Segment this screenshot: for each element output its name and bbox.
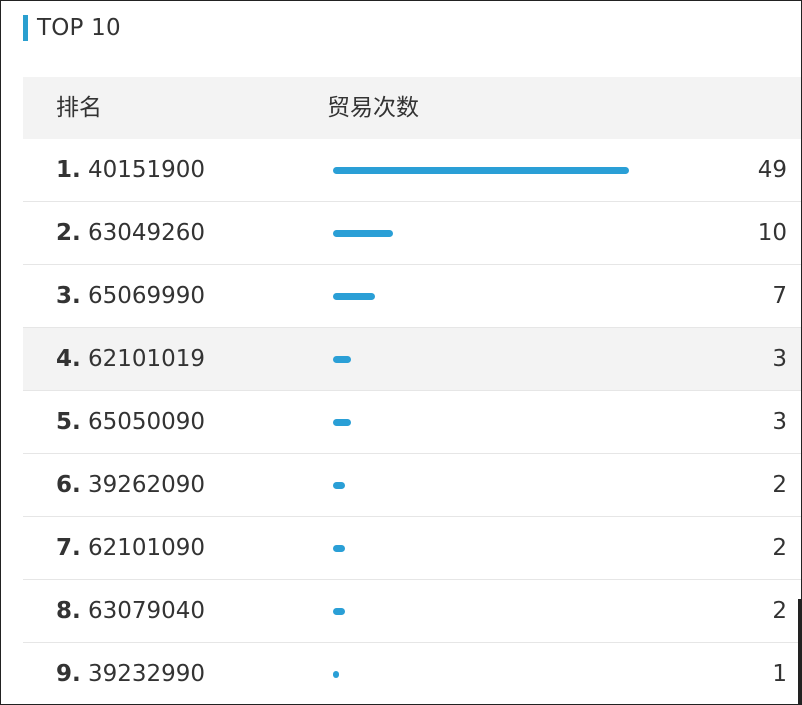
rank-number: 7. (56, 535, 81, 561)
trade-count-value: 2 (772, 535, 787, 561)
trade-count-bar (333, 608, 345, 615)
table-row[interactable]: 3. 65069990 7 (23, 265, 801, 328)
trade-count-value: 1 (772, 661, 787, 687)
hs-code: 63079040 (88, 598, 206, 624)
trade-count-bar (333, 482, 345, 489)
table-header: 排名 贸易次数 (23, 77, 801, 139)
ranking-table: 排名 贸易次数 1. 40151900 49 2. 63049260 10 3. 650699… (23, 77, 801, 704)
title-accent-bar (23, 15, 28, 41)
hs-code: 39262090 (88, 472, 206, 498)
table-row[interactable]: 4. 62101019 3 (23, 328, 801, 391)
rank-number: 6. (56, 472, 81, 498)
trade-count-value: 2 (772, 598, 787, 624)
scrollbar[interactable] (798, 599, 801, 704)
table-row[interactable]: 6. 39262090 2 (23, 454, 801, 517)
header-trade-count: 贸易次数 (327, 95, 419, 121)
trade-count-bar (333, 671, 339, 678)
trade-count-bar (333, 545, 345, 552)
rank-number: 5. (56, 409, 81, 435)
rank-number: 1. (56, 157, 81, 183)
hs-code: 62101090 (88, 535, 206, 561)
trade-count-value: 7 (772, 283, 787, 309)
rank-number: 2. (56, 220, 81, 246)
hs-code: 65069990 (88, 283, 206, 309)
trade-count-bar (333, 293, 375, 300)
rank-number: 4. (56, 346, 81, 372)
trade-count-bar (333, 230, 393, 237)
trade-count-value: 49 (757, 157, 787, 183)
panel-title: TOP 10 (23, 14, 121, 42)
trade-count-bar (333, 167, 629, 174)
table-body: 1. 40151900 49 2. 63049260 10 3. 65069990 7 4. 621… (23, 139, 801, 704)
trade-count-value: 3 (772, 409, 787, 435)
hs-code: 62101019 (88, 346, 206, 372)
table-row[interactable]: 2. 63049260 10 (23, 202, 801, 265)
table-row[interactable]: 9. 39232990 1 (23, 643, 801, 704)
rank-number: 9. (56, 661, 81, 687)
trade-count-value: 10 (757, 220, 787, 246)
trade-count-value: 3 (772, 346, 787, 372)
table-row[interactable]: 8. 63079040 2 (23, 580, 801, 643)
title-text: TOP 10 (37, 15, 121, 41)
hs-code: 65050090 (88, 409, 206, 435)
trade-count-bar (333, 419, 351, 426)
trade-count-value: 2 (772, 472, 787, 498)
header-rank: 排名 (56, 95, 102, 121)
hs-code: 39232990 (88, 661, 206, 687)
table-row[interactable]: 7. 62101090 2 (23, 517, 801, 580)
top10-panel: TOP 10 排名 贸易次数 1. 40151900 49 2. 63049260 10 3… (0, 0, 802, 705)
table-row[interactable]: 5. 65050090 3 (23, 391, 801, 454)
table-row[interactable]: 1. 40151900 49 (23, 139, 801, 202)
trade-count-bar (333, 356, 351, 363)
hs-code: 63049260 (88, 220, 206, 246)
rank-number: 8. (56, 598, 81, 624)
rank-number: 3. (56, 283, 81, 309)
hs-code: 40151900 (88, 157, 206, 183)
